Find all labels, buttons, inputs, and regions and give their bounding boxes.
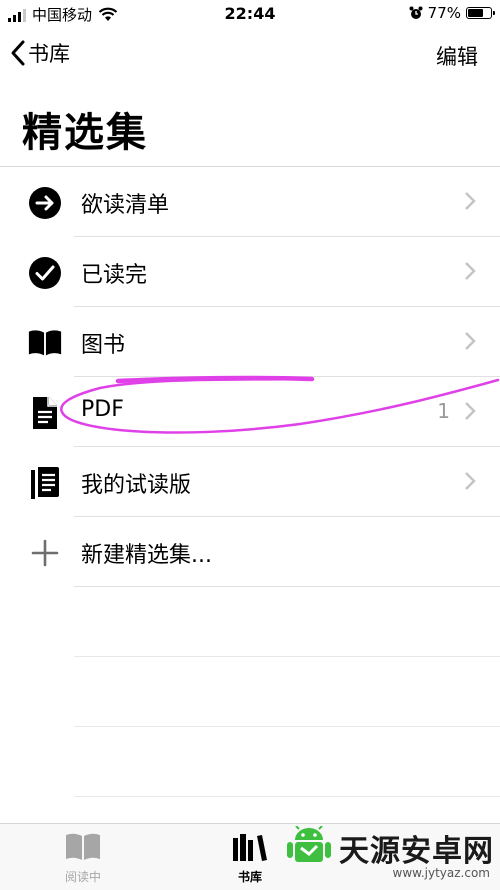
- collection-want-to-read[interactable]: 欲读清单: [0, 167, 500, 237]
- watermark-text: 天源安卓网: [339, 834, 494, 869]
- library-books-icon: [233, 834, 267, 861]
- empty-row-separator: [74, 796, 500, 797]
- chevron-right-icon: [465, 472, 476, 490]
- arrow-right-circle-icon: [27, 186, 63, 220]
- collection-label: 已读完: [81, 263, 148, 288]
- collection-label: 我的试读版: [81, 473, 192, 498]
- open-book-icon: [66, 833, 100, 860]
- chevron-right-icon: [465, 402, 476, 420]
- chevron-right-icon: [465, 192, 476, 210]
- chevron-right-icon: [465, 262, 476, 280]
- checkmark-circle-icon: [27, 256, 63, 290]
- watermark-url: www.jytyaz.com: [392, 866, 491, 880]
- sample-pages-icon: [27, 466, 63, 500]
- collections-list: 欲读清单 已读完 图书 PDF 1 我的试读版 新建精选集...: [0, 167, 500, 587]
- collection-pdf[interactable]: PDF 1: [0, 377, 500, 447]
- collection-my-samples[interactable]: 我的试读版: [0, 447, 500, 517]
- collection-books[interactable]: 图书: [0, 307, 500, 377]
- empty-row-separator: [74, 656, 500, 657]
- battery-percent: 77%: [427, 4, 461, 22]
- back-button[interactable]: 书库: [10, 38, 70, 68]
- new-collection-button[interactable]: 新建精选集...: [0, 517, 500, 587]
- plus-icon: [27, 536, 63, 570]
- empty-row-separator: [74, 726, 500, 727]
- open-book-icon: [27, 326, 63, 360]
- document-icon: [27, 396, 63, 430]
- collection-finished[interactable]: 已读完: [0, 237, 500, 307]
- battery-icon: [466, 7, 495, 19]
- edit-button[interactable]: 编辑: [436, 41, 478, 71]
- android-logo-icon: [287, 826, 331, 862]
- collection-label: 图书: [81, 333, 126, 358]
- back-label: 书库: [28, 42, 70, 66]
- new-collection-label: 新建精选集...: [81, 543, 212, 568]
- item-count: 1: [437, 399, 450, 423]
- collection-label: PDF: [81, 397, 124, 422]
- status-bar: 中国移动 22:44 77%: [0, 0, 500, 30]
- page-title: 精选集: [22, 110, 148, 156]
- battery-fill: [468, 9, 484, 17]
- row-separator: [74, 586, 500, 587]
- tab-reading-now[interactable]: 阅读中: [33, 832, 133, 885]
- chevron-left-icon: [11, 40, 25, 66]
- tab-label: 阅读中: [64, 870, 101, 884]
- status-right: 77%: [409, 4, 495, 22]
- alarm-clock-icon: [409, 6, 423, 19]
- collection-label: 欲读清单: [81, 193, 170, 218]
- tab-label: 书库: [237, 870, 262, 884]
- watermark: 天源安卓网: [285, 826, 494, 870]
- chevron-right-icon: [465, 332, 476, 350]
